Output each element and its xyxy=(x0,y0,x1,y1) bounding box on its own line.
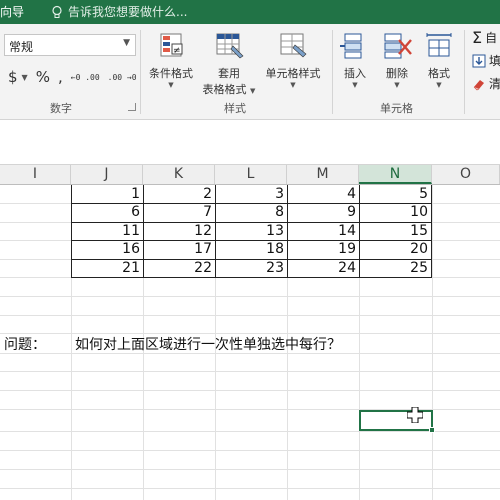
table-cell[interactable]: 19 xyxy=(288,240,359,259)
column-header-n[interactable]: N xyxy=(359,165,432,184)
eraser-icon xyxy=(473,79,484,90)
fill-label: 填 xyxy=(489,54,500,68)
worksheet-grid[interactable]: 1 2 3 4 5 6 7 8 9 10 11 12 13 14 15 16 1… xyxy=(0,185,500,500)
svg-text:≠: ≠ xyxy=(173,46,181,56)
chevron-down-icon: ▼ xyxy=(168,81,174,89)
tell-me-placeholder: 告诉我您想要做什么... xyxy=(68,5,188,19)
chevron-down-icon: ▼ xyxy=(290,81,296,89)
title-bar: 向导 告诉我您想要做什么... xyxy=(0,0,500,24)
increase-decimal-button[interactable]: ←0 .00 xyxy=(71,73,100,82)
increase-decimal-icon: ←0 .00 xyxy=(70,72,100,82)
lightbulb-icon xyxy=(52,5,62,18)
table-cell[interactable]: 13 xyxy=(216,222,287,241)
cell-styles-icon xyxy=(280,33,307,58)
percent-button[interactable]: % xyxy=(36,68,50,86)
conditional-format-button[interactable]: ≠ 条件格式 ▼ xyxy=(144,30,198,89)
clear-label: 清 xyxy=(489,77,500,91)
table-cell[interactable]: 20 xyxy=(360,240,431,259)
table-cell[interactable]: 5 xyxy=(360,185,431,204)
ribbon-tab-wizard[interactable]: 向导 xyxy=(0,3,24,20)
chevron-down-icon: ▼ xyxy=(352,81,358,89)
autosum-label: 自 xyxy=(485,31,498,45)
delete-cells-label: 删除 xyxy=(386,67,408,80)
column-header-i[interactable]: I xyxy=(0,165,71,184)
chevron-down-icon: ▼ xyxy=(123,38,130,48)
format-as-table-button[interactable]: 套用 表格格式 ▼ xyxy=(198,30,260,97)
number-format-value: 常规 xyxy=(9,40,34,54)
chevron-down-icon: ▼ xyxy=(394,81,400,89)
number-format-buttons: $ ▼ % , ←0 .00 .00 →0 xyxy=(8,68,137,86)
cell-cursor-icon xyxy=(407,407,423,423)
currency-button[interactable]: $ xyxy=(8,68,18,86)
column-header-m[interactable]: M xyxy=(287,165,359,184)
table-cell[interactable]: 7 xyxy=(144,203,215,222)
question-label: 问题： xyxy=(4,337,46,353)
table-cell[interactable]: 24 xyxy=(288,259,359,278)
comma-button[interactable]: , xyxy=(58,68,63,86)
table-cell[interactable]: 12 xyxy=(144,222,215,241)
table-cell[interactable]: 17 xyxy=(144,240,215,259)
clear-button[interactable]: 清 xyxy=(472,75,500,92)
column-header-j[interactable]: J xyxy=(71,165,143,184)
decrease-decimal-button[interactable]: .00 →0 xyxy=(108,73,137,82)
fill-down-icon xyxy=(472,54,486,67)
group-separator xyxy=(332,30,333,114)
styles-group-label: 样式 xyxy=(224,102,246,115)
conditional-format-label: 条件格式 xyxy=(149,67,193,80)
table-cell[interactable]: 18 xyxy=(216,240,287,259)
table-cell[interactable]: 1 xyxy=(72,185,143,204)
format-as-table-label-1: 套用 xyxy=(218,67,240,80)
table-cell[interactable]: 11 xyxy=(72,222,143,241)
ribbon: 常规 ▼ $ ▼ % , ←0 .00 .00 →0 数字 ≠ 条件格式 ▼ 套… xyxy=(0,24,500,120)
table-cell[interactable]: 15 xyxy=(360,222,431,241)
cells-group-label: 单元格 xyxy=(380,102,413,115)
table-cell[interactable]: 16 xyxy=(72,240,143,259)
insert-cells-button[interactable]: 插入 ▼ xyxy=(336,30,374,89)
table-cell[interactable]: 14 xyxy=(288,222,359,241)
delete-cells-icon xyxy=(384,33,412,59)
table-cell[interactable]: 8 xyxy=(216,203,287,222)
group-separator xyxy=(464,30,465,114)
table-cell[interactable]: 2 xyxy=(144,185,215,204)
column-headers: I J K L M N O xyxy=(0,165,500,185)
insert-cells-icon xyxy=(340,33,362,59)
number-group-label: 数字 xyxy=(50,102,72,115)
chevron-down-icon[interactable]: ▼ xyxy=(22,73,28,82)
group-separator xyxy=(140,30,141,114)
delete-cells-button[interactable]: 删除 ▼ xyxy=(378,30,416,89)
chevron-down-icon: ▼ xyxy=(436,81,442,89)
table-cell[interactable]: 21 xyxy=(72,259,143,278)
cell-styles-label: 单元格样式 xyxy=(265,67,321,80)
cell-styles-button[interactable]: 单元格样式 ▼ xyxy=(260,30,326,89)
table-cell[interactable]: 25 xyxy=(360,259,431,278)
table-cell[interactable]: 22 xyxy=(144,259,215,278)
fill-button[interactable]: 填 xyxy=(472,52,500,69)
table-cell[interactable]: 9 xyxy=(288,203,359,222)
table-cell[interactable]: 4 xyxy=(288,185,359,204)
autosum-button[interactable]: Σ 自 xyxy=(472,28,497,47)
column-header-l[interactable]: L xyxy=(215,165,287,184)
format-cells-icon xyxy=(426,33,452,57)
column-header-k[interactable]: K xyxy=(143,165,215,184)
table-cell[interactable]: 23 xyxy=(216,259,287,278)
dialog-launcher-icon[interactable] xyxy=(128,103,136,111)
decrease-decimal-icon: .00 →0 xyxy=(107,72,137,82)
fill-handle[interactable] xyxy=(429,427,435,433)
table-cell[interactable]: 10 xyxy=(360,203,431,222)
question-text: 如何对上面区域进行一次性单独选中每行？ xyxy=(75,337,341,353)
insert-cells-label: 插入 xyxy=(344,67,366,80)
table-cell[interactable]: 6 xyxy=(72,203,143,222)
format-cells-label: 格式 xyxy=(428,67,450,80)
table-cell[interactable]: 3 xyxy=(216,185,287,204)
conditional-format-icon: ≠ xyxy=(160,33,183,57)
format-as-table-label-2: 表格格式 ▼ xyxy=(202,83,256,96)
table-format-icon xyxy=(216,33,244,59)
column-header-o[interactable]: O xyxy=(432,165,500,184)
sigma-icon: Σ xyxy=(472,28,483,47)
formula-bar-area xyxy=(0,120,500,165)
tell-me-box[interactable]: 告诉我您想要做什么... xyxy=(50,3,187,20)
format-cells-button[interactable]: 格式 ▼ xyxy=(420,30,458,89)
number-format-dropdown[interactable]: 常规 ▼ xyxy=(4,34,136,56)
